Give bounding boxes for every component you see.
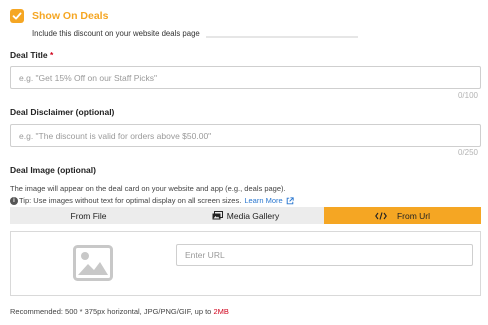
learn-more-link[interactable]: Learn More: [244, 196, 294, 205]
show-on-deals-description: Include this discount on your website de…: [32, 29, 200, 38]
code-icon: [375, 211, 387, 220]
show-on-deals-label[interactable]: Show On Deals: [32, 10, 108, 22]
learn-more-label: Learn More: [244, 196, 283, 205]
tip-text: Tip: Use images without text for optimal…: [19, 196, 242, 205]
info-icon: i: [10, 196, 18, 205]
deal-title-input[interactable]: [10, 66, 481, 89]
checkmark-icon: [12, 12, 22, 20]
deal-disclaimer-counter: 0/250: [457, 148, 478, 157]
description-underline: [206, 36, 358, 38]
url-input[interactable]: [176, 244, 473, 266]
tab-from-file-label: From File: [70, 210, 107, 221]
url-upload-panel: [10, 231, 481, 296]
deal-image-description: The image will appear on the deal card o…: [10, 184, 286, 193]
deal-disclaimer-input[interactable]: [10, 124, 481, 147]
tab-media-gallery[interactable]: Media Gallery: [167, 207, 324, 224]
deal-title-label-text: Deal Title: [10, 50, 48, 60]
tab-media-gallery-label: Media Gallery: [226, 210, 280, 221]
tab-from-file[interactable]: From File: [10, 207, 167, 224]
gallery-icon: [212, 211, 223, 220]
recommended-note: Recommended: 500 * 375px horizontal, JPG…: [10, 307, 229, 316]
deal-disclaimer-label: Deal Disclaimer (optional): [10, 107, 115, 117]
tab-from-url[interactable]: From Url: [324, 207, 481, 224]
deal-image-label: Deal Image (optional): [10, 165, 96, 175]
required-mark: *: [50, 50, 54, 60]
external-link-icon: [286, 196, 294, 204]
tip-row: i Tip: Use images without text for optim…: [10, 196, 294, 205]
recommended-text: Recommended: 500 * 375px horizontal, JPG…: [10, 307, 212, 316]
image-placeholder-icon: [73, 245, 113, 281]
max-file-size: 2MB: [213, 307, 229, 316]
image-source-tabs: From File Media Gallery From Url: [10, 207, 481, 224]
tab-from-url-label: From Url: [396, 210, 431, 221]
deal-title-counter: 0/100: [457, 91, 478, 100]
show-on-deals-checkbox[interactable]: [10, 9, 24, 23]
deal-title-label: Deal Title *: [10, 50, 53, 60]
